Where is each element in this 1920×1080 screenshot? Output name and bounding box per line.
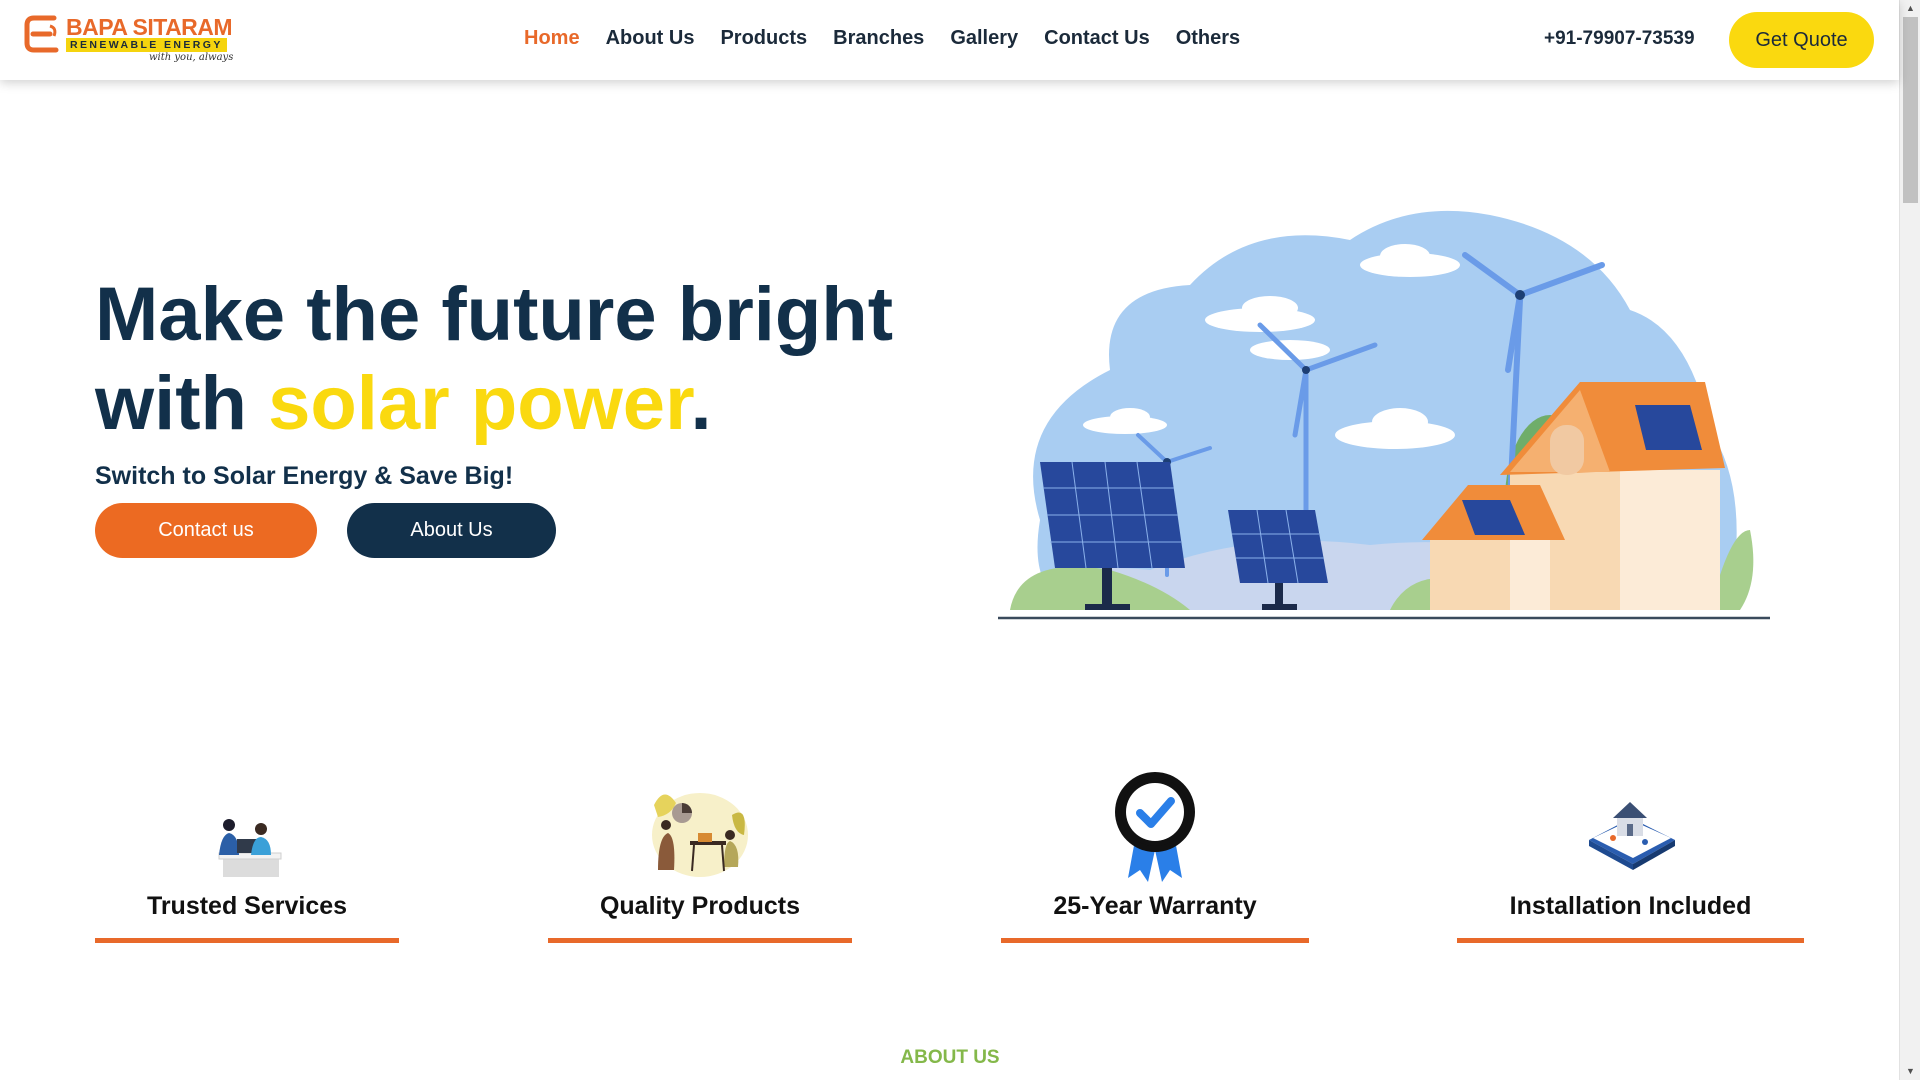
nav-item-gallery[interactable]: Gallery (950, 27, 1018, 50)
hero-title-accent: solar power (268, 361, 691, 446)
hero-title-suffix: . (690, 361, 712, 446)
feature-label: Quality Products (599, 892, 801, 920)
hero-subtitle: Switch to Solar Energy & Save Big! (95, 462, 514, 490)
nav-item-home[interactable]: Home (524, 27, 580, 50)
phone-link[interactable]: +91-79907-73539 (1544, 28, 1695, 50)
brand-name: BAPA SITARAM (66, 14, 233, 40)
logo-e-icon (24, 15, 59, 53)
solar-wind-house-illustration (998, 210, 1770, 620)
scroll-down-arrow-icon[interactable]: ▼ (1900, 1063, 1920, 1080)
scroll-thumb[interactable] (1903, 17, 1918, 203)
contact-us-button[interactable]: Contact us (95, 503, 317, 558)
page-scrollbar[interactable]: ▲ ▼ (1899, 0, 1920, 1080)
nav-item-contact-us[interactable]: Contact Us (1044, 27, 1150, 50)
hero-title-prefix: with (95, 361, 269, 446)
scroll-up-arrow-icon[interactable]: ▲ (1900, 0, 1920, 17)
feature-underline (95, 938, 399, 943)
feature-label: Installation Included (1509, 892, 1752, 920)
feature-underline (1001, 938, 1309, 943)
nav-item-others[interactable]: Others (1176, 27, 1240, 50)
hero-title-line2: with solar power. (95, 359, 893, 448)
house-installation-icon (1588, 802, 1675, 870)
team-presentation-icon (652, 793, 748, 877)
warranty-badge-icon (1115, 772, 1195, 882)
nav-item-about-us[interactable]: About Us (606, 27, 695, 50)
feature-label: 25-Year Warranty (1053, 892, 1257, 920)
feature-underline (1457, 938, 1804, 943)
main-nav: Home About Us Products Branches Gallery … (524, 27, 1266, 50)
about-us-button[interactable]: About Us (347, 503, 556, 558)
hero-title: Make the future bright with solar power. (95, 270, 893, 448)
people-laptop-icon (218, 819, 282, 877)
brand-tagline: RENEWABLE ENERGY (66, 38, 227, 52)
brand-logo[interactable]: BAPA SITARAM RENEWABLE ENERGY with you, … (24, 12, 234, 68)
about-section-heading: ABOUT US (900, 1047, 1000, 1068)
brand-slogan: with you, always (149, 52, 234, 63)
hero-title-line1: Make the future bright (95, 272, 894, 357)
get-quote-button[interactable]: Get Quote (1729, 12, 1874, 68)
nav-item-branches[interactable]: Branches (833, 27, 924, 50)
nav-item-products[interactable]: Products (720, 27, 807, 50)
feature-underline (548, 938, 852, 943)
site-header: BAPA SITARAM RENEWABLE ENERGY with you, … (0, 0, 1899, 80)
feature-label: Trusted Services (146, 892, 348, 920)
